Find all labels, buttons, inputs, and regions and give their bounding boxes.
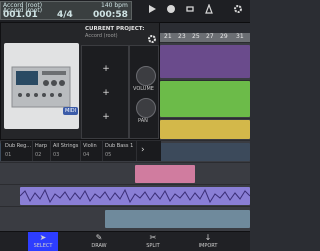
waveform-clip[interactable]	[19, 187, 251, 205]
fx-bay: + + +	[81, 45, 129, 139]
pan-knob[interactable]	[136, 98, 156, 118]
track-clip[interactable]	[160, 120, 250, 139]
add-insert-button[interactable]: +	[101, 64, 111, 74]
play-icon	[149, 5, 156, 13]
panel-settings-button[interactable]	[147, 29, 157, 43]
volume-label: VOLUME	[133, 86, 154, 92]
ruler-bar-label: 27	[206, 33, 214, 40]
pan-label: PAN	[138, 118, 148, 124]
panel-title: CURRENT PROJECT:	[85, 26, 145, 32]
preset-item[interactable]: All Strings 03	[51, 141, 81, 161]
draw-tool-button[interactable]: ✎ DRAW	[84, 232, 114, 251]
tool-bar: ➤ SELECT ✎ DRAW ✂ SPLIT ↓ IMPORT	[0, 231, 250, 251]
scissors-icon: ✂	[149, 233, 157, 242]
ruler-bar-label: 23	[178, 33, 186, 40]
panel-subtitle: Accord (root)	[85, 33, 118, 39]
lcd-display: Accord (root) Accord (root) 001.01 4/4 0…	[0, 1, 132, 20]
preset-next-button[interactable]: ›	[141, 145, 145, 155]
midi-badge[interactable]: MIDI	[63, 107, 79, 115]
gear-icon	[234, 5, 242, 13]
split-tool-button[interactable]: ✂ SPLIT	[138, 232, 168, 251]
lcd-time: 000:58	[93, 10, 128, 20]
preset-item[interactable]: Harp 02	[33, 141, 51, 161]
record-icon	[167, 5, 175, 13]
instrument-panel: CURRENT PROJECT: Accord (root) MIDI + + …	[0, 22, 161, 161]
track-row[interactable]	[0, 162, 250, 184]
import-icon: ↓	[204, 233, 212, 242]
preset-item[interactable]: Violin 04	[81, 141, 103, 161]
ruler-bar-label: 31	[236, 33, 244, 40]
draw-tool-label: DRAW	[91, 243, 107, 249]
select-tool-label: SELECT	[33, 243, 53, 249]
pencil-icon: ✎	[95, 233, 103, 242]
preset-number: 05	[105, 152, 112, 158]
lcd-signature: 4/4	[57, 10, 73, 20]
preset-number: 02	[35, 152, 42, 158]
track-row[interactable]	[0, 206, 250, 231]
volume-knob[interactable]	[136, 66, 156, 86]
track-clip[interactable]	[135, 165, 195, 183]
ruler-bar-label: 25	[192, 33, 200, 40]
preset-name: Harp	[35, 143, 48, 149]
add-insert-button[interactable]: +	[101, 112, 111, 122]
split-tool-label: SPLIT	[146, 243, 160, 249]
preset-number: 01	[5, 152, 12, 158]
track-row[interactable]	[0, 184, 251, 206]
gear-icon	[148, 35, 156, 43]
import-button[interactable]: ↓ IMPORT	[193, 232, 223, 251]
metronome-icon	[205, 3, 213, 14]
preset-name: All Strings	[53, 143, 79, 149]
preset-number: 03	[53, 152, 60, 158]
loop-button[interactable]	[184, 4, 196, 16]
track-clip[interactable]	[160, 45, 250, 78]
preset-number: 04	[83, 152, 90, 158]
synth-module-icon	[11, 66, 71, 108]
track-clip[interactable]	[160, 81, 250, 117]
waveform-icon	[19, 188, 251, 204]
ruler-bar-label: 21	[164, 33, 172, 40]
play-button[interactable]	[146, 4, 158, 16]
loop-icon	[186, 6, 194, 12]
preset-name: Dub Reg...	[5, 143, 32, 149]
record-button[interactable]	[165, 4, 177, 16]
preset-name: Violin	[83, 143, 97, 149]
preset-item[interactable]: Dub Bass 1 05	[103, 141, 137, 161]
select-tool-button[interactable]: ➤ SELECT	[28, 232, 58, 251]
settings-button[interactable]	[232, 4, 244, 16]
preset-name: Dub Bass 1	[105, 143, 134, 149]
preset-strip: Dub Reg... 01 Harp 02 All Strings 03 Vio…	[1, 141, 161, 161]
mixer-bay: VOLUME PAN	[129, 45, 159, 139]
lcd-position: 001.01	[3, 10, 38, 20]
track-clip[interactable]	[105, 210, 250, 228]
lcd-bpm: 140 bpm	[101, 2, 128, 9]
preset-item[interactable]: Dub Reg... 01	[3, 141, 33, 161]
metronome-button[interactable]	[203, 3, 215, 16]
add-insert-button[interactable]: +	[101, 88, 111, 98]
transport-bar: Accord (root) Accord (root) 001.01 4/4 0…	[0, 0, 250, 23]
cursor-icon: ➤	[39, 233, 47, 242]
ruler-bar-label: 29	[220, 33, 228, 40]
import-label: IMPORT	[198, 243, 218, 249]
instrument-image[interactable]	[4, 43, 79, 129]
